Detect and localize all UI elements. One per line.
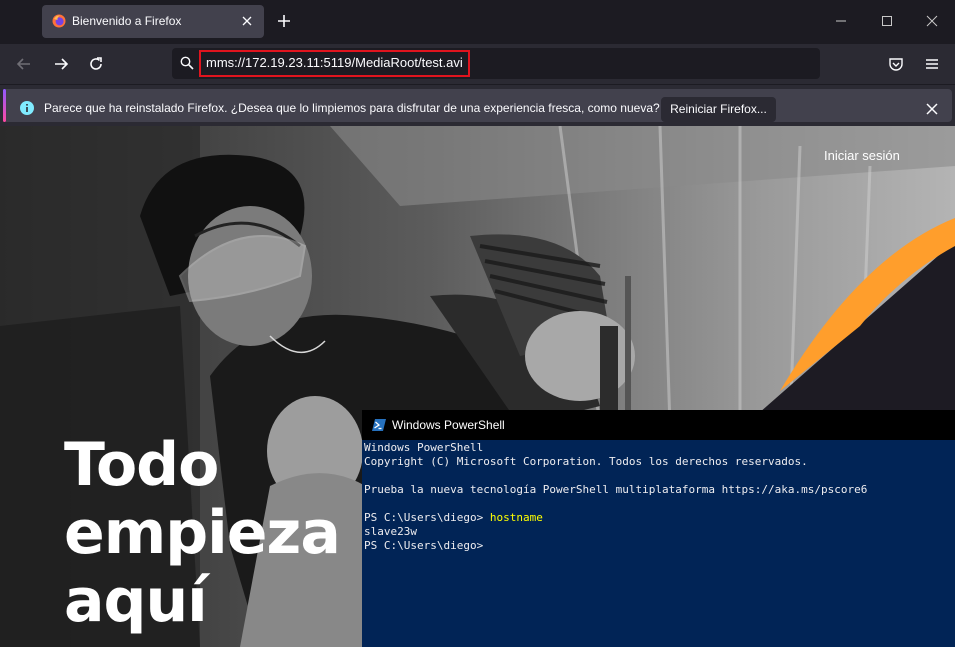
console-line: slave23w (364, 525, 417, 538)
console-line: Prueba la nueva tecnología PowerShell mu… (364, 483, 868, 496)
console-line: PS C:\Users\diego> (364, 539, 484, 552)
tab-bienvenido[interactable]: Bienvenido a Firefox (42, 5, 264, 38)
back-icon[interactable] (14, 54, 34, 74)
new-tab-icon[interactable] (276, 13, 292, 29)
console-line-blank: ​ (364, 497, 867, 511)
powershell-title: Windows PowerShell (392, 418, 505, 432)
notification-panel: Parece que ha reinstalado Firefox. ¿Dese… (6, 89, 952, 122)
console-line: Windows PowerShell (364, 441, 484, 454)
tab-strip: Bienvenido a Firefox (0, 0, 955, 44)
forward-icon[interactable] (51, 54, 71, 74)
maximize-icon[interactable] (880, 14, 894, 28)
window-close-icon[interactable] (925, 14, 939, 28)
pocket-icon[interactable] (886, 54, 906, 74)
notification-close-icon[interactable] (924, 101, 940, 117)
powershell-console[interactable]: Windows PowerShell Copyright (C) Microsof… (364, 441, 867, 553)
restart-firefox-button[interactable]: Reiniciar Firefox... (661, 97, 776, 122)
console-line-blank: ​ (364, 469, 867, 483)
headline-line-1: Todo (64, 430, 219, 500)
signin-link[interactable]: Iniciar sesión (824, 148, 900, 163)
notification-message: Parece que ha reinstalado Firefox. ¿Dese… (44, 101, 660, 115)
url-bar[interactable]: mms://172.19.23.11:5119/MediaRoot/test.a… (172, 48, 820, 79)
minimize-icon[interactable] (834, 14, 848, 28)
reload-icon[interactable] (86, 54, 106, 74)
hero-headline: Todo empieza aquí (64, 430, 341, 636)
notification-bar: Parece que ha reinstalado Firefox. ¿Dese… (0, 84, 955, 126)
powershell-window[interactable]: Windows PowerShell Windows PowerShell Cop… (362, 410, 955, 647)
console-prompt: PS C:\Users\diego> (364, 511, 490, 524)
powershell-titlebar[interactable]: Windows PowerShell (362, 410, 955, 440)
powershell-icon (372, 419, 386, 431)
console-line-command: PS C:\Users\diego> hostname (364, 511, 867, 525)
navigation-bar: mms://172.19.23.11:5119/MediaRoot/test.a… (0, 44, 955, 84)
console-line: Copyright (C) Microsoft Corporation. Tod… (364, 455, 808, 468)
search-icon (180, 56, 194, 70)
info-icon (20, 101, 34, 115)
firefox-icon (52, 14, 66, 28)
headline-line-3: aquí (64, 566, 208, 636)
tab-close-icon[interactable] (239, 13, 255, 29)
headline-line-2: empieza (64, 498, 341, 568)
menu-icon[interactable] (922, 54, 942, 74)
url-text[interactable]: mms://172.19.23.11:5119/MediaRoot/test.a… (206, 55, 463, 70)
console-command: hostname (489, 511, 543, 524)
tab-title: Bienvenido a Firefox (72, 14, 182, 28)
